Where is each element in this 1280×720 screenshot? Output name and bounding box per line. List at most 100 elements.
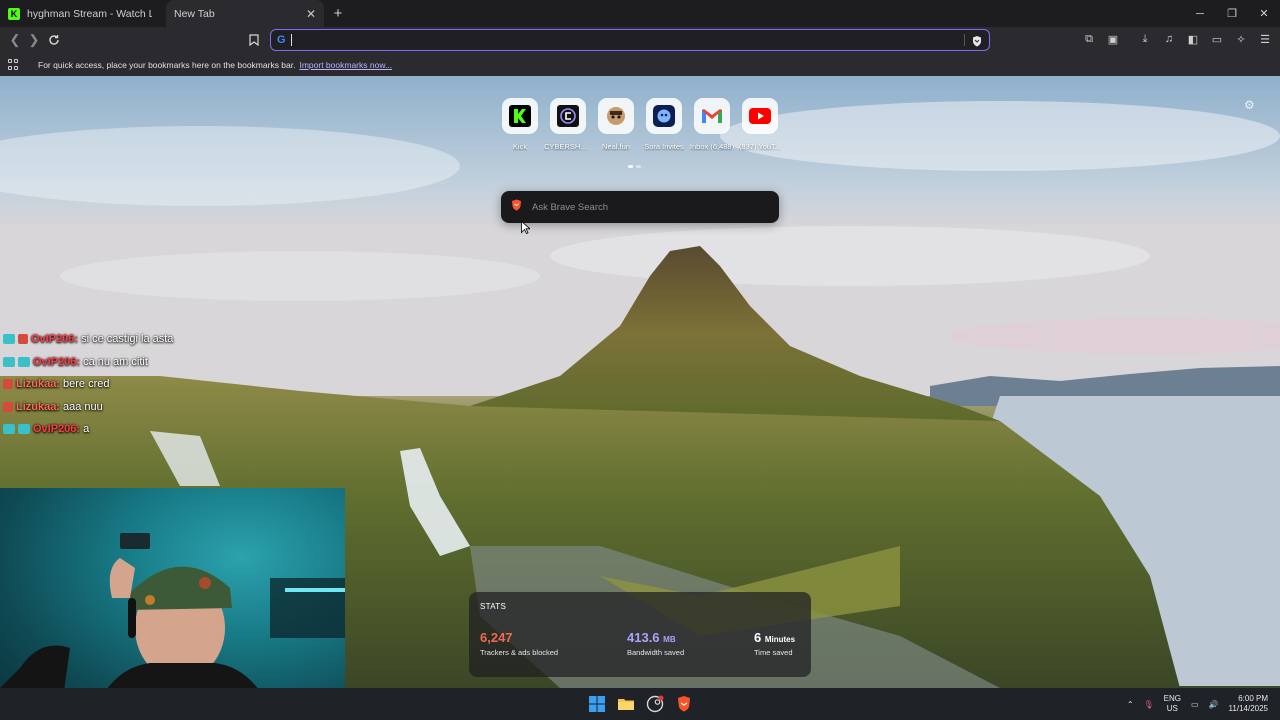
top-site-label: Neal.fun [602,142,630,151]
new-tab-page: Kick CYBERSHO... Neal.fun Sora Invites I… [0,76,1280,688]
stat-time: 6 Minutes Time saved [754,630,795,657]
top-site-sora[interactable]: Sora Invites [644,98,684,151]
neal-fun-icon [598,98,634,134]
steam-icon[interactable] [646,695,664,713]
chat-message: Lizukaa: aaa nuu [3,396,173,419]
top-site-gmail[interactable]: Inbox (6,488) [690,98,734,151]
clock[interactable]: 6:00 PM 11/14/2025 [1229,694,1268,714]
brave-search-box[interactable] [501,191,779,223]
stat-bandwidth-unit: MB [663,635,676,644]
pager-dot[interactable] [636,165,641,168]
pager-dot-active[interactable] [628,165,633,168]
stat-bandwidth-value: 413.6 [627,630,660,645]
sidebar-icon[interactable]: ◧ [1186,32,1200,46]
webcam-overlay [0,488,345,688]
stats-heading: STATS [480,602,507,611]
youtube-icon [742,98,778,134]
chat-text: a [83,423,90,436]
stats-widget: STATS 6,247 Trackers & ads blocked 413.6… [469,592,811,677]
chat-badge-icon [3,334,15,345]
stat-bandwidth-caption: Bandwidth saved [627,648,685,657]
tab-kick-stream[interactable]: K hyghman Stream - Watch Live on Kick [0,0,160,27]
clock-date: 11/14/2025 [1228,704,1268,713]
download-icon[interactable]: ⤓ [1138,32,1152,46]
lang-code: ENG [1163,694,1182,703]
stat-time-unit: Minutes [764,635,796,644]
forward-icon[interactable]: ❯ [25,31,43,49]
file-explorer-icon[interactable] [617,695,635,713]
top-site-label: Sora Invites [644,142,684,151]
chat-username: Lizukaa: [16,378,61,391]
chat-badge-icon [18,356,30,367]
address-bar[interactable]: G [270,29,990,51]
extensions-icon[interactable]: ⧉ [1082,32,1096,46]
top-site-cybershoke[interactable]: CYBERSHO... [544,98,592,151]
stat-bandwidth: 413.6 MB Bandwidth saved [627,630,684,657]
minimize-icon[interactable]: ─ [1184,0,1216,27]
volume-icon[interactable]: 🔊 [1209,700,1219,709]
import-bookmarks-link[interactable]: Import bookmarks now... [299,60,392,70]
tab-title: New Tab [174,7,215,20]
system-tray: ⌃ 🎙 ENG US ▭ 🔊 6:00 PM 11/14/2025 [1127,688,1268,720]
top-site-neal-fun[interactable]: Neal.fun [596,98,636,151]
search-input[interactable] [532,201,769,213]
bookmark-icon[interactable] [245,31,263,49]
apps-grid-icon[interactable] [8,58,20,71]
media-icon[interactable]: ♫ [1162,32,1176,46]
bookmarks-hint: For quick access, place your bookmarks h… [38,59,296,70]
kick-favicon-icon: K [8,7,20,20]
chat-text: ca nu am citit [83,355,148,368]
tray-overflow-icon[interactable]: ⌃ [1127,700,1134,709]
microphone-icon[interactable]: 🎙 [1144,700,1154,709]
stat-trackers-value: 6,247 [480,630,513,645]
brave-shield-icon[interactable] [971,34,983,47]
restore-icon[interactable]: ❐ [1216,0,1248,27]
language-indicator[interactable]: ENG US [1164,694,1181,714]
menu-icon[interactable]: ☰ [1258,32,1272,46]
top-site-label: CYBERSHO... [544,142,592,151]
streamer-webcam-image [0,533,345,688]
address-input[interactable] [291,34,960,46]
close-window-icon[interactable]: ✕ [1248,0,1280,27]
close-tab-icon[interactable]: ✕ [306,7,316,21]
tab-strip: K hyghman Stream - Watch Live on Kick Ne… [0,0,1280,27]
toolbar: ❮ ❯ G ⧉ ▣ ⤓ ♫ ◧ ▭ ✧ ☰ [0,27,1280,53]
google-g-icon: G [277,34,286,46]
stream-chat-overlay: OvIP206: si ce castigi la asta OvIP206: … [3,328,173,441]
chat-username: OvIP206: [33,423,81,436]
bookmarks-bar: For quick access, place your bookmarks h… [0,53,1280,76]
new-tab-button[interactable]: + [324,0,352,27]
top-sites: Kick CYBERSHO... Neal.fun Sora Invites I… [500,98,782,151]
customize-settings-icon[interactable]: ⚙ [1244,98,1258,112]
top-site-label: (837) YouT... [738,142,782,151]
chat-badge-icon [18,424,30,435]
chat-message: Lizukaa: bere cred [3,373,173,396]
reload-icon[interactable] [45,31,63,49]
chat-username: Lizukaa: [16,400,61,413]
chat-badge-icon [3,379,13,390]
wallet-icon[interactable]: ▭ [1210,32,1224,46]
windows-taskbar: ⌃ 🎙 ENG US ▭ 🔊 6:00 PM 11/14/2025 [0,688,1280,720]
window-controls: ─ ❐ ✕ [1184,0,1280,27]
back-icon[interactable]: ❮ [6,31,24,49]
tab-title: hyghman Stream - Watch Live on Kick [27,7,152,20]
leo-ai-icon[interactable]: ✧ [1234,32,1248,46]
sora-icon [646,98,682,134]
top-site-kick[interactable]: Kick [500,98,540,151]
top-site-youtube[interactable]: (837) YouT... [738,98,782,151]
chat-text: bere cred [63,378,110,391]
chat-text: si ce castigi la asta [81,333,174,346]
tab-new-tab[interactable]: New Tab ✕ [166,0,324,27]
start-windows-icon[interactable] [588,695,606,713]
network-icon[interactable]: ▭ [1191,700,1199,709]
stat-trackers: 6,247 Trackers & ads blocked [480,630,558,657]
top-sites-pager [628,165,641,168]
stat-trackers-caption: Trackers & ads blocked [480,648,559,657]
chat-badge-icon [3,356,15,367]
top-site-label: Kick [512,142,528,151]
lang-region: US [1166,704,1178,713]
chat-badge-icon [3,401,13,412]
brave-browser-icon[interactable] [675,695,693,713]
chat-message: OvIP206: ca nu am citit [3,351,173,374]
tab-search-icon[interactable]: ▣ [1106,32,1120,46]
